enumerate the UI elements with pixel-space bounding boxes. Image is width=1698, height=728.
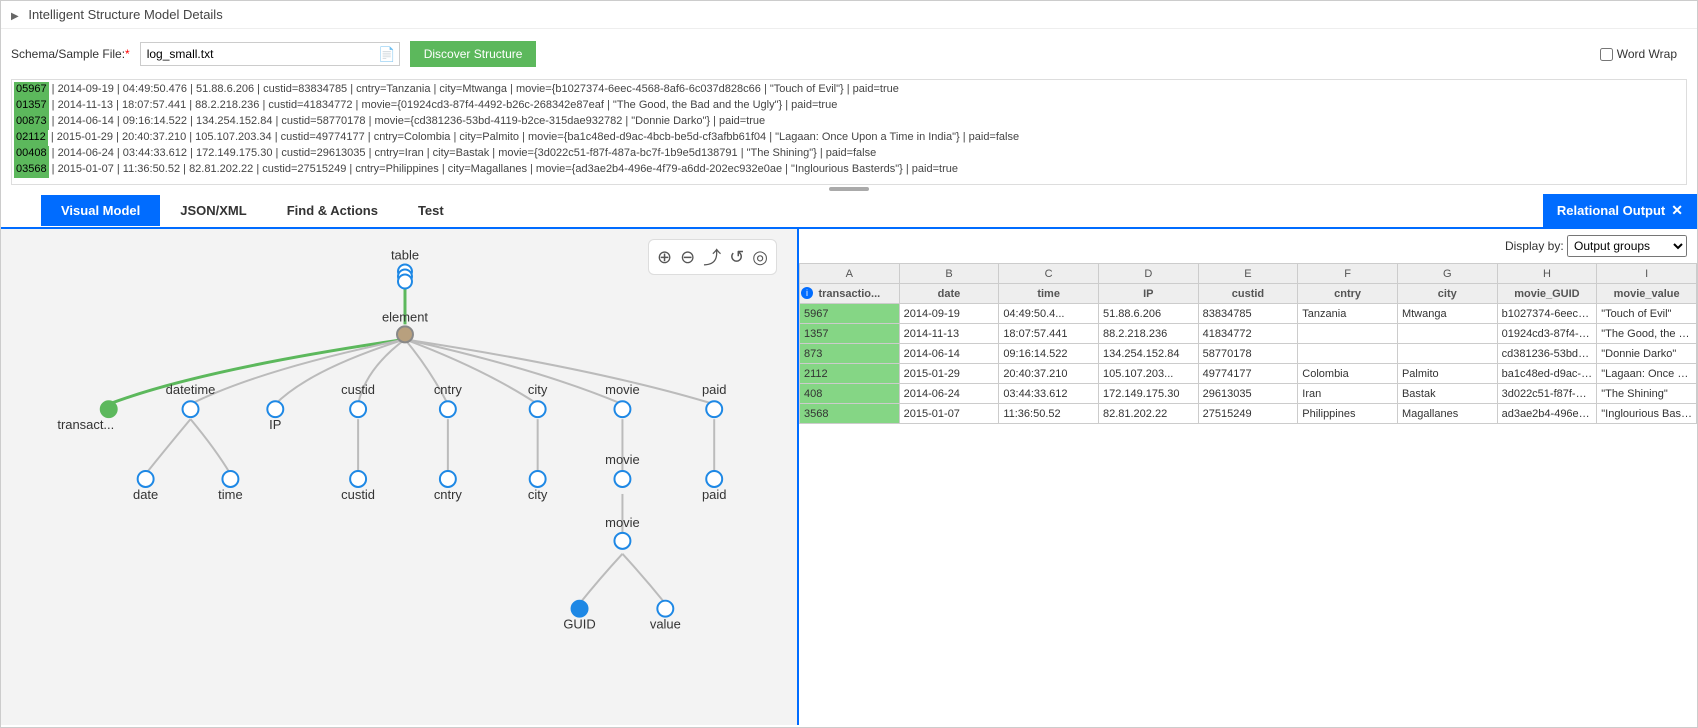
log-line: 02112 | 2015-01-29 | 20:40:37.210 | 105.… xyxy=(14,130,1684,146)
log-id: 00408 xyxy=(14,146,49,162)
file-input[interactable] xyxy=(141,45,375,63)
svg-text:time: time xyxy=(218,487,242,502)
tree-toolbar: ⊕ ⊖ ⤴ ↺ ◎ xyxy=(648,239,777,275)
log-id: 00873 xyxy=(14,114,49,130)
discover-structure-button[interactable]: Discover Structure xyxy=(410,41,537,67)
col-header[interactable]: date xyxy=(899,284,999,304)
file-label: Schema/Sample File:* xyxy=(11,47,130,61)
svg-text:date: date xyxy=(133,487,158,502)
table-row[interactable]: 8732014-06-1409:16:14.522134.254.152.845… xyxy=(800,344,1697,364)
col-letter: D xyxy=(1098,264,1198,284)
tab-find-actions[interactable]: Find & Actions xyxy=(267,195,398,226)
cell-id: 2112 xyxy=(800,364,900,384)
svg-text:paid: paid xyxy=(702,487,727,502)
close-icon[interactable]: ✕ xyxy=(1671,202,1683,219)
table-row[interactable]: 59672014-09-1904:49:50.4...51.88.6.20683… xyxy=(800,304,1697,324)
zoom-out-icon[interactable]: ⊖ xyxy=(680,247,695,268)
col-letter: H xyxy=(1497,264,1597,284)
col-header[interactable]: movie_GUID xyxy=(1497,284,1597,304)
display-by-label: Display by: xyxy=(1505,239,1564,253)
split-grip-horizontal[interactable] xyxy=(1,185,1697,193)
svg-text:movie: movie xyxy=(605,382,640,397)
display-by-select[interactable]: Output groups xyxy=(1567,235,1687,257)
tab-visual-model[interactable]: Visual Model xyxy=(41,195,160,226)
svg-text:city: city xyxy=(528,487,548,502)
panel-header[interactable]: Intelligent Structure Model Details xyxy=(1,1,1697,29)
col-header[interactable]: movie_value xyxy=(1597,284,1697,304)
visual-model-pane: ⊕ ⊖ ⤴ ↺ ◎ xyxy=(1,229,799,725)
log-preview-panel: 05967 | 2014-09-19 | 04:49:50.476 | 51.8… xyxy=(11,79,1687,185)
word-wrap-checkbox[interactable] xyxy=(1600,48,1613,61)
svg-text:custid: custid xyxy=(341,487,375,502)
cell-id: 3568 xyxy=(800,404,900,424)
col-letter: A xyxy=(800,264,900,284)
fit-icon[interactable]: ◎ xyxy=(752,247,768,268)
output-grid[interactable]: ABCDEFGHItransactio...datetimeIPcustidcn… xyxy=(799,263,1697,424)
tab-test[interactable]: Test xyxy=(398,195,464,226)
log-line: 01357 | 2014-11-13 | 18:07:57.441 | 88.2… xyxy=(14,98,1684,114)
svg-text:transact...: transact... xyxy=(57,417,114,432)
col-header[interactable]: IP xyxy=(1098,284,1198,304)
log-line: 03568 | 2015-01-07 | 11:36:50.52 | 82.81… xyxy=(14,162,1684,178)
table-row[interactable]: 35682015-01-0711:36:50.5282.81.202.22275… xyxy=(800,404,1697,424)
col-header[interactable]: cntry xyxy=(1298,284,1398,304)
svg-text:movie: movie xyxy=(605,515,640,530)
log-id: 03568 xyxy=(14,162,49,178)
zoom-in-icon[interactable]: ⊕ xyxy=(657,247,672,268)
cell-id: 873 xyxy=(800,344,900,364)
table-row[interactable]: 4082014-06-2403:44:33.612172.149.175.302… xyxy=(800,384,1697,404)
col-letter: C xyxy=(999,264,1099,284)
svg-text:element: element xyxy=(382,309,428,324)
svg-text:paid: paid xyxy=(702,382,727,397)
col-letter: B xyxy=(899,264,999,284)
svg-text:GUID: GUID xyxy=(563,617,595,632)
relational-output-pane: Display by: Output groups i ABCDEFGHItra… xyxy=(799,229,1697,725)
panel-title: Intelligent Structure Model Details xyxy=(28,7,222,22)
log-id: 01357 xyxy=(14,98,49,114)
col-header[interactable]: custid xyxy=(1198,284,1298,304)
cell-id: 1357 xyxy=(800,324,900,344)
reset-icon[interactable]: ↺ xyxy=(729,247,744,268)
log-line: 00408 | 2014-06-24 | 03:44:33.612 | 172.… xyxy=(14,146,1684,162)
file-input-wrap: 📄 xyxy=(140,42,400,66)
tab-row: Visual Model JSON/XML Find & Actions Tes… xyxy=(1,193,1697,229)
svg-text:cntry: cntry xyxy=(434,487,463,502)
col-header[interactable]: city xyxy=(1397,284,1497,304)
svg-text:datetime: datetime xyxy=(166,382,216,397)
info-icon[interactable]: i xyxy=(801,287,813,299)
cell-id: 408 xyxy=(800,384,900,404)
col-header[interactable]: transactio... xyxy=(800,284,900,304)
svg-text:table: table xyxy=(391,248,419,263)
log-id: 05967 xyxy=(14,82,49,98)
col-letter: F xyxy=(1298,264,1398,284)
svg-text:value: value xyxy=(650,617,681,632)
relational-output-label: Relational Output xyxy=(1557,203,1665,218)
col-letter: I xyxy=(1597,264,1697,284)
col-header[interactable]: time xyxy=(999,284,1099,304)
rotate-icon[interactable]: ⤴ xyxy=(703,244,721,270)
cell-id: 5967 xyxy=(800,304,900,324)
svg-text:city: city xyxy=(528,382,548,397)
table-row[interactable]: 13572014-11-1318:07:57.44188.2.218.23641… xyxy=(800,324,1697,344)
col-letter: G xyxy=(1397,264,1497,284)
tree-diagram[interactable]: table element transact... datetime IP cu… xyxy=(1,229,797,725)
file-row: Schema/Sample File:* 📄 Discover Structur… xyxy=(1,29,1697,75)
svg-text:IP: IP xyxy=(269,417,281,432)
table-row[interactable]: 21122015-01-2920:40:37.210105.107.203...… xyxy=(800,364,1697,384)
display-by-row: Display by: Output groups xyxy=(799,229,1697,263)
file-icon[interactable]: 📄 xyxy=(375,43,399,65)
log-line: 00873 | 2014-06-14 | 09:16:14.522 | 134.… xyxy=(14,114,1684,130)
tab-json-xml[interactable]: JSON/XML xyxy=(160,195,266,226)
word-wrap-label: Word Wrap xyxy=(1617,47,1677,61)
log-id: 02112 xyxy=(14,130,48,146)
relational-output-panel-button[interactable]: Relational Output ✕ xyxy=(1543,194,1697,227)
svg-text:cntry: cntry xyxy=(434,382,463,397)
col-letter: E xyxy=(1198,264,1298,284)
svg-text:custid: custid xyxy=(341,382,375,397)
log-line: 05967 | 2014-09-19 | 04:49:50.476 | 51.8… xyxy=(14,82,1684,98)
svg-text:movie: movie xyxy=(605,452,640,467)
word-wrap-toggle[interactable]: Word Wrap xyxy=(1600,47,1687,61)
